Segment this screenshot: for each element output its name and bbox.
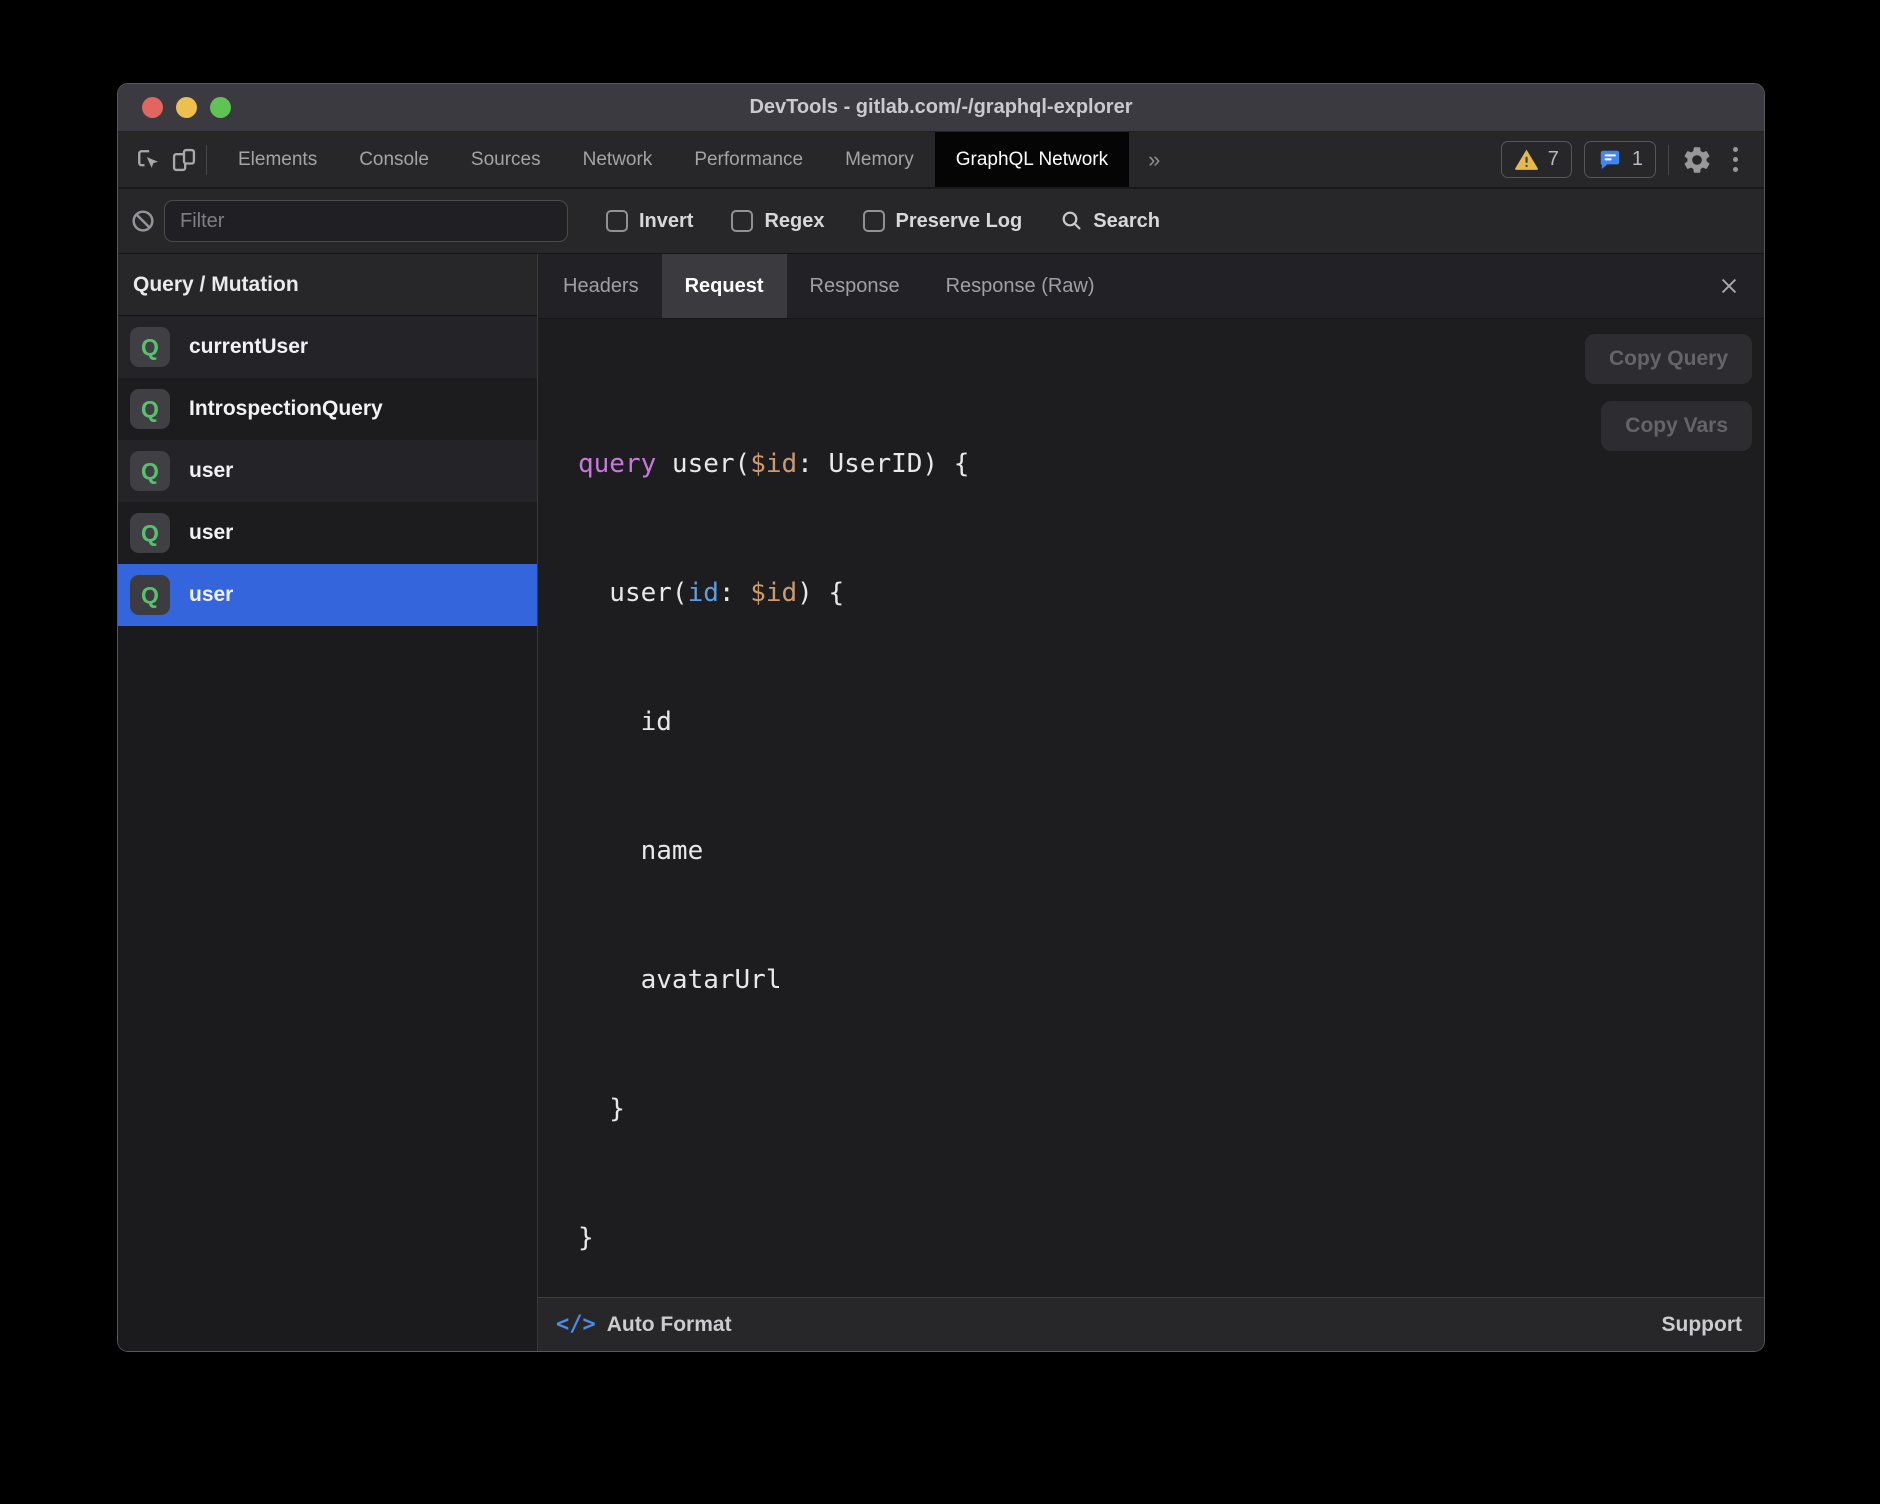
gear-icon (1681, 144, 1713, 176)
window-title: DevTools - gitlab.com/-/graphql-explorer (749, 96, 1132, 119)
more-tabs-button[interactable]: » (1129, 132, 1179, 187)
query-list-item-user-3-selected[interactable]: Q user (118, 564, 537, 626)
auto-format-label: Auto Format (607, 1313, 732, 1337)
query-type-badge: Q (130, 575, 170, 615)
warning-icon (1514, 147, 1539, 172)
regex-checkbox[interactable] (731, 210, 753, 232)
close-detail-button[interactable] (1708, 254, 1750, 318)
macos-zoom-button[interactable] (210, 97, 231, 118)
query-list-item-user-1[interactable]: Q user (118, 440, 537, 502)
tab-network[interactable]: Network (562, 132, 674, 187)
copy-buttons: Copy Query Copy Vars (1585, 334, 1752, 451)
tab-headers[interactable]: Headers (540, 254, 662, 318)
request-content: query user($id: UserID) { user(id: $id) … (538, 319, 1764, 1297)
query-type-badge: Q (130, 389, 170, 429)
tab-response-raw[interactable]: Response (Raw) (923, 254, 1118, 318)
close-icon (1718, 275, 1740, 297)
toolbar-right-group: 7 1 (1501, 132, 1764, 187)
request-query-code: query user($id: UserID) { user(id: $id) … (554, 357, 1732, 1297)
search-button[interactable]: Search (1060, 209, 1160, 233)
filter-input[interactable] (164, 200, 568, 242)
detail-tab-strip: Headers Request Response Response (Raw) (538, 254, 1764, 319)
inspect-cursor-icon (134, 146, 162, 174)
regex-label: Regex (764, 210, 824, 233)
query-list-item-label: user (189, 521, 233, 545)
detail-panel: Headers Request Response Response (Raw) … (538, 254, 1764, 1351)
tab-performance[interactable]: Performance (673, 132, 824, 187)
toolbar-divider (206, 145, 207, 175)
query-type-badge: Q (130, 513, 170, 553)
tab-sources[interactable]: Sources (450, 132, 562, 187)
preserve-log-label: Preserve Log (896, 210, 1023, 233)
code-brackets-icon: </> (556, 1312, 596, 1337)
traffic-lights (142, 84, 231, 131)
macos-close-button[interactable] (142, 97, 163, 118)
query-list-item-label: user (189, 583, 233, 607)
query-type-badge: Q (130, 327, 170, 367)
toolbar-divider (1668, 145, 1669, 175)
filter-bar: Invert Regex Preserve Log Search (118, 189, 1764, 254)
search-icon (1060, 209, 1084, 233)
regex-checkbox-group[interactable]: Regex (731, 210, 824, 233)
titlebar: DevTools - gitlab.com/-/graphql-explorer (118, 84, 1764, 132)
search-label: Search (1093, 210, 1160, 233)
query-type-badge: Q (130, 451, 170, 491)
tab-response[interactable]: Response (787, 254, 923, 318)
tab-graphql-network[interactable]: GraphQL Network (935, 132, 1129, 187)
main-area: Query / Mutation Q currentUser Q Introsp… (118, 254, 1764, 1351)
invert-checkbox-group[interactable]: Invert (606, 210, 693, 233)
issues-button[interactable]: 1 (1584, 141, 1656, 178)
warning-count: 7 (1548, 148, 1559, 171)
preserve-log-checkbox[interactable] (863, 210, 885, 232)
issues-count: 1 (1632, 148, 1643, 171)
macos-minimize-button[interactable] (176, 97, 197, 118)
query-list-item-currentUser[interactable]: Q currentUser (118, 316, 537, 378)
inspect-element-button[interactable] (134, 146, 162, 174)
devtools-panel-tabs: Elements Console Sources Network Perform… (217, 132, 1129, 187)
query-list-item-label: user (189, 459, 233, 483)
query-list-sidebar: Query / Mutation Q currentUser Q Introsp… (118, 254, 538, 1351)
screen-background: DevTools - gitlab.com/-/graphql-explorer (0, 0, 1880, 1504)
copy-query-button[interactable]: Copy Query (1585, 334, 1752, 384)
devtools-window: DevTools - gitlab.com/-/graphql-explorer (117, 83, 1765, 1352)
device-toolbar-icon (170, 146, 198, 174)
query-list-item-introspectionquery[interactable]: Q IntrospectionQuery (118, 378, 537, 440)
device-toolbar-button[interactable] (170, 146, 198, 174)
tab-request[interactable]: Request (662, 254, 787, 318)
copy-vars-button[interactable]: Copy Vars (1601, 401, 1752, 451)
console-warnings-button[interactable]: 7 (1501, 141, 1572, 178)
sidebar-empty-space (118, 626, 537, 1351)
tab-memory[interactable]: Memory (824, 132, 935, 187)
preserve-log-checkbox-group[interactable]: Preserve Log (863, 210, 1023, 233)
panel-footer: </> Auto Format Support (538, 1297, 1764, 1351)
query-list-item-label: IntrospectionQuery (189, 397, 383, 421)
tab-elements[interactable]: Elements (217, 132, 338, 187)
block-icon (130, 208, 156, 234)
toolbar-left-icons (118, 132, 217, 187)
chat-bubble-icon (1597, 147, 1623, 173)
query-list-item-user-2[interactable]: Q user (118, 502, 537, 564)
support-link[interactable]: Support (1662, 1313, 1742, 1337)
kebab-menu-icon (1733, 147, 1738, 152)
auto-format-button[interactable]: </> Auto Format (556, 1312, 732, 1337)
sidebar-header: Query / Mutation (118, 254, 537, 316)
settings-button[interactable] (1681, 144, 1713, 176)
tab-console[interactable]: Console (338, 132, 450, 187)
devtools-toolbar: Elements Console Sources Network Perform… (118, 132, 1764, 189)
clear-button[interactable] (130, 208, 156, 234)
invert-checkbox[interactable] (606, 210, 628, 232)
invert-label: Invert (639, 210, 693, 233)
query-list-item-label: currentUser (189, 335, 308, 359)
kebab-menu-button[interactable] (1725, 147, 1746, 172)
